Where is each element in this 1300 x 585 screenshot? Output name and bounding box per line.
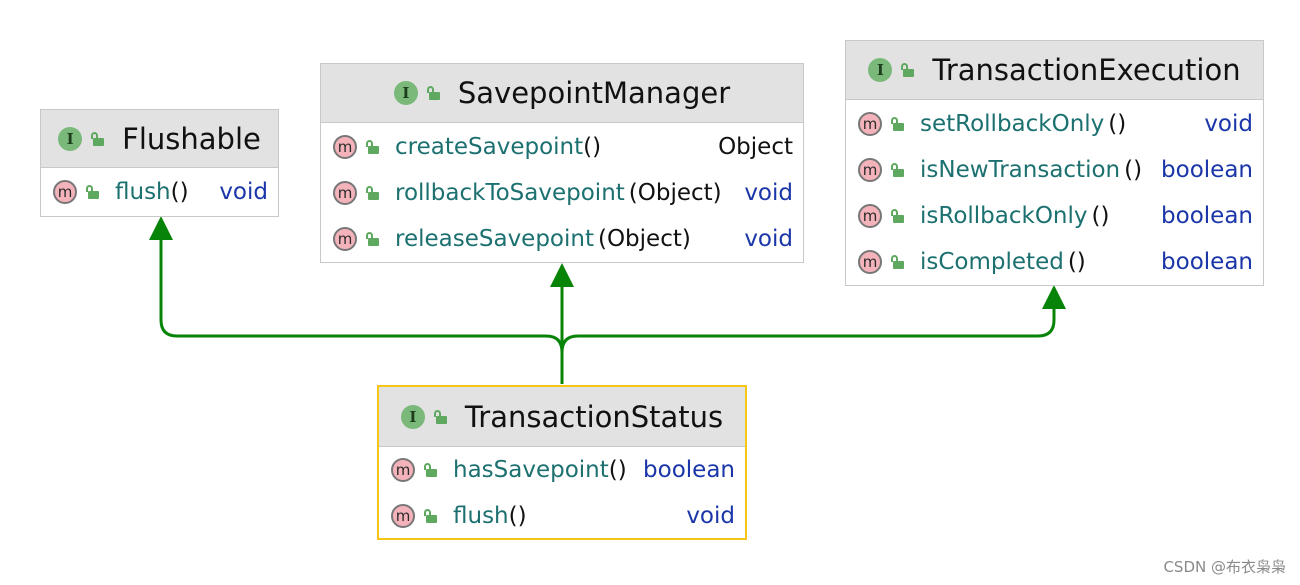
method-name: rollbackToSavepoint [395, 180, 625, 206]
method-row[interactable]: m isCompleted() boolean [846, 239, 1263, 285]
public-lock-icon [90, 131, 105, 146]
method-icon: m [333, 135, 357, 159]
arrowhead-transaction-execution [1042, 285, 1066, 309]
method-row[interactable]: m flush() void [379, 493, 745, 539]
method-name: setRollbackOnly [920, 111, 1105, 137]
interface-icon: I [868, 58, 893, 82]
interface-title: Flushable [122, 121, 261, 156]
method-return-type: void [686, 503, 735, 529]
interface-title: TransactionExecution [932, 53, 1241, 87]
method-args: (Object) [628, 180, 722, 206]
method-name: releaseSavepoint [395, 226, 594, 252]
arrowhead-flushable [149, 216, 173, 240]
public-lock-icon [900, 63, 915, 77]
public-lock-icon [890, 163, 904, 177]
method-return-type: void [744, 180, 793, 206]
method-args: () [1091, 203, 1110, 229]
interface-icon: I [58, 126, 83, 151]
watermark: CSDN @布衣枭枭 [1163, 558, 1286, 576]
public-lock-icon [423, 463, 437, 477]
method-return-type: void [1204, 111, 1253, 137]
public-lock-icon [426, 86, 440, 100]
method-return-type: boolean [1161, 157, 1253, 183]
public-lock-icon [433, 409, 447, 424]
method-args: () [608, 457, 627, 483]
method-return-type: boolean [1161, 249, 1253, 275]
interface-icon: I [393, 81, 418, 105]
box-header: I SavepointManager [321, 64, 803, 123]
box-header: I TransactionExecution [846, 41, 1263, 100]
public-lock-icon [85, 185, 99, 199]
method-return-type: void [219, 179, 268, 205]
method-icon: m [858, 112, 882, 136]
box-header: I TransactionStatus [379, 387, 745, 447]
interface-title: SavepointManager [457, 76, 731, 110]
method-name: isRollbackOnly [920, 203, 1088, 229]
method-icon: m [53, 180, 77, 204]
method-args: () [1067, 249, 1086, 275]
box-header: I Flushable [41, 110, 278, 168]
method-name: isCompleted [920, 249, 1064, 275]
method-row[interactable]: m isRollbackOnly() boolean [846, 193, 1263, 239]
interface-box-transaction-status[interactable]: I TransactionStatus m hasSavepoint() boo… [377, 385, 747, 540]
method-icon: m [391, 458, 415, 482]
method-name: hasSavepoint [453, 457, 609, 483]
method-row[interactable]: m releaseSavepoint (Object) void [321, 216, 803, 262]
interface-box-savepoint-manager[interactable]: I SavepointManager m createSavepoint() O… [320, 63, 804, 263]
method-return-type: boolean [1161, 203, 1253, 229]
method-return-type: void [744, 226, 793, 252]
method-name: flush [453, 503, 509, 529]
public-lock-icon [365, 232, 379, 246]
method-args: () [170, 179, 189, 205]
public-lock-icon [890, 255, 904, 269]
method-icon: m [858, 158, 882, 182]
method-return-type: boolean [643, 457, 735, 483]
public-lock-icon [890, 209, 904, 223]
method-name: flush [115, 179, 171, 205]
method-args: (Object) [597, 226, 691, 252]
arrow-to-transaction-execution-line [560, 306, 1056, 384]
interface-icon: I [400, 404, 425, 429]
arrowhead-savepoint-manager [550, 263, 574, 287]
public-lock-icon [423, 509, 437, 523]
method-name: createSavepoint [395, 134, 584, 160]
method-row[interactable]: m setRollbackOnly() void [846, 101, 1263, 147]
method-args: () [583, 134, 602, 160]
method-args: () [1108, 111, 1127, 137]
interface-title: TransactionStatus [464, 399, 724, 434]
public-lock-icon [365, 140, 379, 154]
method-row[interactable]: m isNewTransaction() boolean [846, 147, 1263, 193]
public-lock-icon [890, 117, 904, 131]
method-args: () [1124, 157, 1143, 183]
method-name: isNewTransaction [920, 157, 1121, 183]
method-args: () [508, 503, 527, 529]
method-icon: m [391, 504, 415, 528]
method-return-type: Object [718, 134, 793, 160]
public-lock-icon [365, 186, 379, 200]
method-row[interactable]: m hasSavepoint() boolean [379, 447, 745, 493]
interface-box-transaction-execution[interactable]: I TransactionExecution m setRollbackOnly… [845, 40, 1264, 286]
interface-box-flushable[interactable]: I Flushable m flush() void [40, 109, 279, 217]
method-row[interactable]: m flush() void [41, 169, 278, 215]
method-icon: m [858, 250, 882, 274]
method-icon: m [333, 181, 357, 205]
method-row[interactable]: m rollbackToSavepoint (Object) void [321, 170, 803, 216]
method-icon: m [333, 227, 357, 251]
method-icon: m [858, 204, 882, 228]
method-row[interactable]: m createSavepoint() Object [321, 124, 803, 170]
